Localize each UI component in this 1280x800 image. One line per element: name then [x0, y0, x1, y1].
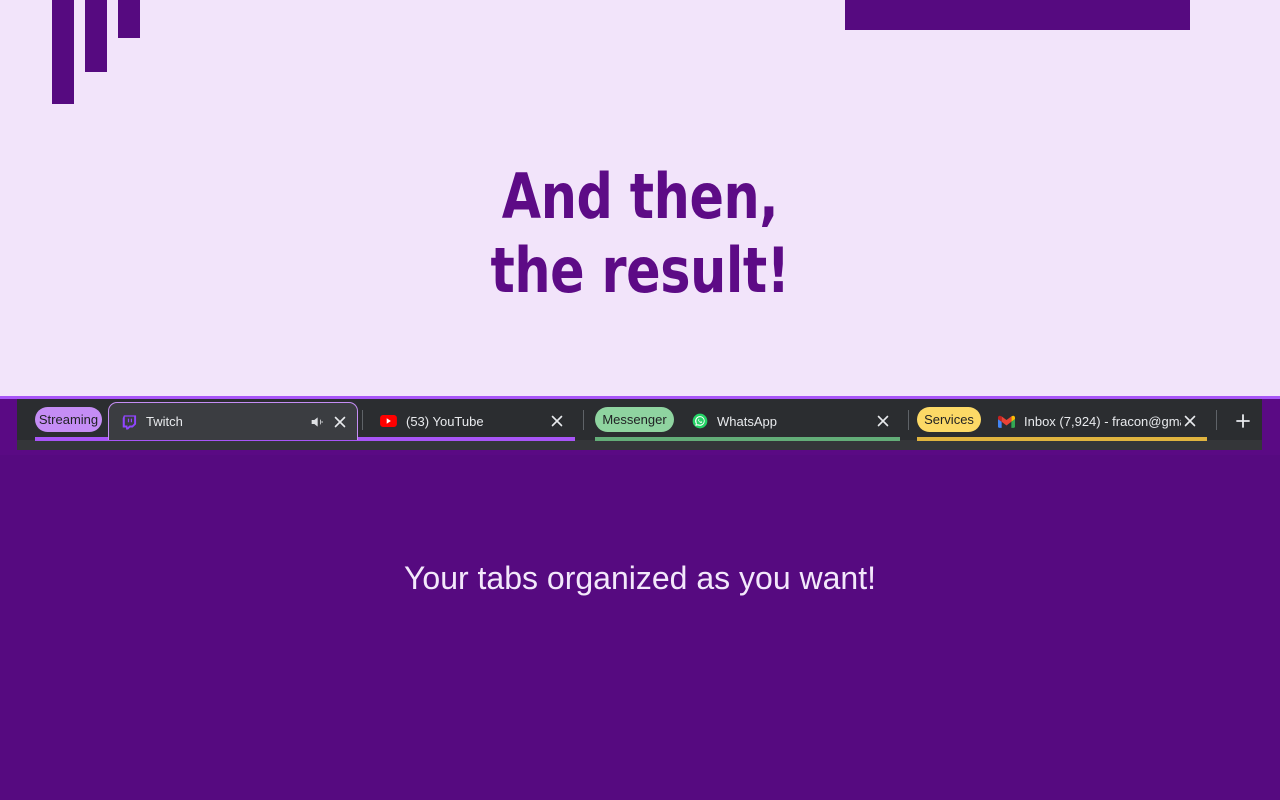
tab-gmail[interactable]: Inbox (7,924) - fracon@gmail.com [987, 402, 1207, 440]
tab-group-services[interactable]: Services [917, 407, 981, 432]
tab-gmail-close-icon[interactable] [1181, 412, 1199, 430]
page-title: And then, the result! [115, 160, 1165, 308]
tab-whatsapp-title: WhatsApp [717, 413, 777, 429]
tab-whatsapp[interactable]: WhatsApp [680, 402, 900, 440]
tabstrip-shelf [17, 440, 1262, 450]
tab-whatsapp-close-icon[interactable] [874, 412, 892, 430]
decorative-top-bar [845, 0, 1190, 30]
tab-twitch-title: Twitch [146, 414, 183, 429]
page-content: Your tabs organized as you want! [0, 455, 1280, 800]
logo-bar-1 [52, 0, 74, 104]
tab-twitch-close-icon[interactable] [331, 413, 349, 431]
tab-group-streaming[interactable]: Streaming [35, 407, 102, 432]
tab-youtube[interactable]: (53) YouTube [369, 402, 574, 440]
three-bars-logo [52, 0, 144, 106]
tab-youtube-close-icon[interactable] [548, 412, 566, 430]
tab-twitch[interactable]: Twitch [108, 402, 358, 440]
new-tab-button[interactable] [1231, 409, 1255, 433]
tab-youtube-title: (53) YouTube [406, 413, 484, 429]
tab-separator [362, 410, 363, 430]
logo-bar-3 [118, 0, 140, 38]
youtube-icon [380, 413, 397, 430]
gmail-icon [998, 413, 1015, 430]
browser-tabstrip: Streaming Twitch (53) YouTube Messenger … [0, 396, 1280, 455]
hero-section: And then, the result! [0, 0, 1280, 396]
tab-group-messenger[interactable]: Messenger [595, 407, 674, 432]
tab-separator [1216, 410, 1217, 430]
tabstrip-inner: Streaming Twitch (53) YouTube Messenger … [17, 399, 1262, 441]
twitch-icon [120, 413, 137, 430]
slide-stage: And then, the result! Streaming Twitch (… [0, 0, 1280, 800]
headline-line-2: the result! [490, 234, 790, 307]
logo-bar-2 [85, 0, 107, 72]
tab-separator [583, 410, 584, 430]
tab-audio-speaker-icon[interactable] [309, 414, 325, 430]
content-caption: Your tabs organized as you want! [403, 560, 876, 596]
tab-group-messenger-label: Messenger [602, 412, 667, 427]
tab-group-services-label: Services [924, 412, 974, 427]
tab-group-streaming-label: Streaming [38, 412, 99, 427]
tab-gmail-title: Inbox (7,924) - fracon@gmail.com [1024, 413, 1181, 429]
whatsapp-icon [691, 413, 708, 430]
headline-line-1: And then, [501, 160, 779, 233]
tab-separator [908, 410, 909, 430]
